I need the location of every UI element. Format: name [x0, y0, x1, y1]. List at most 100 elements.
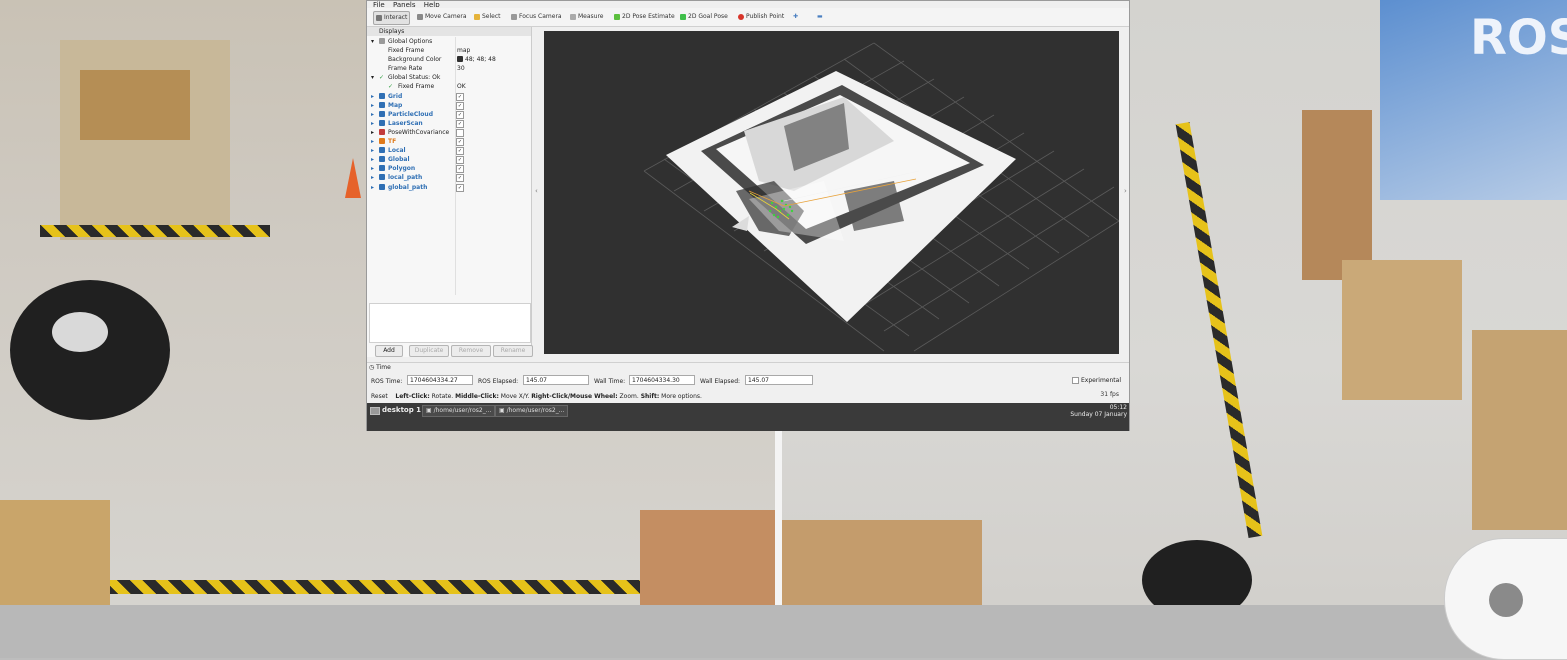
expand-arrow-icon[interactable]: ▸ — [371, 92, 374, 101]
plus-icon[interactable]: ✚ — [793, 11, 798, 23]
ros-elapsed-field[interactable]: 145.07 — [523, 375, 589, 385]
tool-measure[interactable]: Measure — [570, 11, 604, 23]
display-item-local-path[interactable]: ▸ local_path ✓ — [367, 173, 531, 183]
wall-sign: ROS — [1470, 10, 1567, 66]
menu-help[interactable]: Help — [424, 2, 440, 8]
floor-tape — [80, 580, 640, 594]
tool-2d-goal-pose[interactable]: 2D Goal Pose — [680, 11, 728, 23]
expand-arrow-icon[interactable]: ▸ — [371, 173, 374, 182]
enable-checkbox[interactable]: ✓ — [456, 183, 464, 192]
duplicate-button[interactable]: Duplicate — [409, 345, 449, 357]
tool-2d-pose-estimate[interactable]: 2D Pose Estimate — [614, 11, 675, 23]
menu-panels[interactable]: Panels — [393, 2, 416, 8]
clock-time: 05:12 — [1109, 404, 1127, 411]
tree-row-global-options[interactable]: ▾ Global Options — [367, 37, 531, 46]
expand-arrow-icon[interactable]: ▸ — [371, 137, 374, 146]
start-menu-icon[interactable] — [370, 407, 380, 415]
enable-checkbox[interactable]: ✓ — [456, 101, 464, 110]
costmap-icon — [379, 156, 385, 163]
experimental-checkbox[interactable]: Experimental — [1071, 377, 1121, 384]
display-item-global-path[interactable]: ▸ global_path ✓ — [367, 183, 531, 192]
display-item-polygon[interactable]: ▸ Polygon ✓ — [367, 164, 531, 174]
enable-checkbox[interactable]: ✓ — [456, 92, 464, 101]
tf-icon — [379, 138, 385, 145]
enable-checkbox[interactable]: ✓ — [456, 138, 464, 147]
joystick-knob[interactable] — [1489, 583, 1523, 617]
expand-arrow-icon[interactable]: ▾ — [371, 73, 374, 82]
tool-move-camera[interactable]: Move Camera — [417, 11, 467, 23]
display-item-particlecloud[interactable]: ▸ ParticleCloud ✓ — [367, 110, 531, 119]
minus-icon[interactable]: ▬ — [817, 11, 823, 23]
expand-arrow-icon[interactable]: ▸ — [371, 110, 374, 119]
floor-tape — [40, 225, 270, 237]
property-value[interactable]: 30 — [457, 64, 465, 73]
wall-elapsed-field[interactable]: 145.07 — [745, 375, 813, 385]
enable-checkbox[interactable]: ✓ — [456, 119, 464, 128]
ros-time-field[interactable]: 1704604334.27 — [407, 375, 473, 385]
display-item-laserscan[interactable]: ▸ LaserScan ✓ — [367, 119, 531, 128]
display-item-map[interactable]: ▸ Map ✓ — [367, 101, 531, 110]
cardboard-box — [0, 500, 110, 605]
expand-arrow-icon[interactable]: ▸ — [371, 155, 374, 164]
check-icon: ✓ — [388, 83, 394, 91]
tool-label: Publish Point — [746, 13, 785, 20]
floor-tape — [1175, 121, 1263, 539]
desktop-label[interactable]: desktop 1 — [382, 406, 421, 414]
expand-arrow-icon[interactable]: ▸ — [371, 164, 374, 173]
display-item-local[interactable]: ▸ Local ✓ — [367, 146, 531, 156]
enable-checkbox[interactable]: ✓ — [456, 165, 464, 174]
focus-camera-icon — [511, 13, 517, 20]
enable-checkbox[interactable] — [456, 128, 464, 137]
wall-time-field[interactable]: 1704604334.30 — [629, 375, 695, 385]
remove-button[interactable]: Remove — [451, 345, 491, 357]
tool-interact[interactable]: Interact — [373, 11, 411, 25]
expand-arrow-icon[interactable]: ▸ — [371, 183, 374, 192]
reset-button[interactable]: Reset — [371, 393, 388, 400]
collapse-right-icon[interactable]: › — [1124, 187, 1127, 195]
expand-arrow-icon[interactable]: ▸ — [371, 128, 374, 137]
wall-time-label: Wall Time: — [594, 378, 626, 385]
pointer-icon — [376, 14, 382, 21]
add-button[interactable]: Add — [375, 345, 403, 357]
tree-row-status-fixed-frame[interactable]: ✓ Fixed Frame OK — [367, 82, 531, 91]
path-icon — [379, 174, 385, 181]
task-terminal-1[interactable]: ▣ /home/user/ros2_... — [422, 405, 496, 417]
expand-arrow-icon[interactable]: ▸ — [371, 101, 374, 110]
collapse-left-icon[interactable]: ‹ — [535, 187, 538, 195]
property-value[interactable]: map — [457, 46, 470, 55]
display-item-posewithcovariance[interactable]: ▸ PoseWithCovariance — [367, 128, 531, 137]
menu-file[interactable]: File — [373, 2, 385, 8]
color-swatch[interactable] — [457, 56, 463, 63]
displays-panel: Displays ▾ Global Options Fixed Frame ma… — [367, 27, 533, 357]
tree-row-fixed-frame[interactable]: Fixed Frame map — [367, 46, 531, 55]
tree-row-global-status[interactable]: ▾ ✓ Global Status: Ok — [367, 73, 531, 82]
display-label: Map — [388, 101, 403, 109]
expand-arrow-icon[interactable]: ▸ — [371, 146, 374, 155]
tool-select[interactable]: Select — [474, 11, 501, 23]
move-camera-icon — [417, 13, 423, 20]
expand-arrow-icon[interactable]: ▸ — [371, 119, 374, 128]
expand-arrow-icon[interactable]: ▾ — [371, 37, 374, 46]
tool-publish-point[interactable]: Publish Point — [738, 11, 784, 23]
display-items: ▸ Grid ✓ ▸ Map ✓ ▸ ParticleCloud ✓ ▸ LaserScan ✓ ▸ Po… — [367, 92, 531, 192]
enable-checkbox[interactable]: ✓ — [456, 174, 464, 183]
enable-checkbox[interactable]: ✓ — [456, 110, 464, 119]
3d-viewport[interactable] — [544, 31, 1119, 354]
display-item-global[interactable]: ▸ Global ✓ — [367, 155, 531, 165]
property-label: Frame Rate — [388, 65, 423, 73]
goal-pose-icon — [680, 13, 686, 20]
enable-checkbox[interactable]: ✓ — [456, 156, 464, 165]
rename-button[interactable]: Rename — [493, 345, 533, 357]
enable-checkbox[interactable]: ✓ — [456, 147, 464, 156]
tool-focus-camera[interactable]: Focus Camera — [511, 11, 562, 23]
display-item-tf[interactable]: ▸ TF ✓ — [367, 137, 531, 147]
property-value[interactable]: 48; 48; 48 — [465, 55, 496, 64]
tool-label: Move Camera — [425, 13, 467, 20]
tree-row-background-color[interactable]: Background Color 48; 48; 48 — [367, 55, 531, 64]
task-terminal-2[interactable]: ▣ /home/user/ros2_... — [495, 405, 569, 417]
tree-row-frame-rate[interactable]: Frame Rate 30 — [367, 64, 531, 73]
display-item-grid[interactable]: ▸ Grid ✓ — [367, 92, 531, 101]
hint-key: Middle-Click: — [455, 393, 499, 400]
shelf-unit — [1342, 260, 1462, 400]
display-label: PoseWithCovariance — [388, 128, 450, 136]
